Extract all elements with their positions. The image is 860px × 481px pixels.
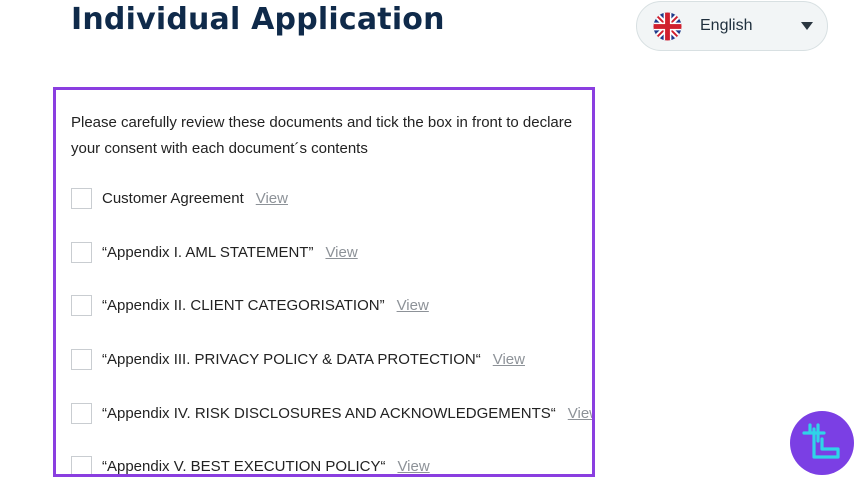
view-document-link[interactable]: View — [493, 351, 525, 368]
document-row-appendix-3: “Appendix III. PRIVACY POLICY & DATA PRO… — [71, 347, 525, 371]
consent-intro-line-1: Please carefully review these documents … — [71, 114, 573, 131]
view-document-link[interactable]: View — [568, 405, 592, 422]
consent-checkbox[interactable] — [71, 294, 92, 316]
uk-flag-icon — [653, 12, 682, 41]
view-document-link[interactable]: View — [256, 190, 288, 207]
brand-logo-icon — [790, 411, 854, 475]
document-row-appendix-1: “Appendix I. AML STATEMENT” View — [71, 240, 358, 264]
application-page: Individual Application English Please ca… — [0, 0, 860, 481]
document-name: “Appendix II. CLIENT CATEGORISATION” — [102, 296, 385, 314]
consent-checkbox[interactable] — [71, 402, 92, 424]
language-selected-label: English — [700, 17, 753, 34]
view-document-link[interactable]: View — [397, 458, 429, 475]
document-name: “Appendix IV. RISK DISCLOSURES AND ACKNO… — [102, 404, 556, 422]
document-row-appendix-2: “Appendix II. CLIENT CATEGORISATION” Vie… — [71, 293, 429, 317]
consent-checkbox[interactable] — [71, 348, 92, 370]
view-document-link[interactable]: View — [325, 244, 357, 261]
document-name: “Appendix V. BEST EXECUTION POLICY“ — [102, 457, 386, 475]
document-name: “Appendix I. AML STATEMENT” — [102, 243, 314, 261]
page-title: Individual Application — [71, 2, 445, 37]
consent-intro-line-2: your consent with each document´s conten… — [71, 140, 368, 157]
document-row-customer-agreement: Customer Agreement View — [71, 186, 288, 210]
consent-checkbox[interactable] — [71, 241, 92, 263]
document-name: “Appendix III. PRIVACY POLICY & DATA PRO… — [102, 350, 481, 368]
consent-checkbox[interactable] — [71, 187, 92, 209]
consent-documents-panel: Please carefully review these documents … — [53, 87, 595, 477]
consent-checkbox[interactable] — [71, 455, 92, 474]
view-document-link[interactable]: View — [397, 297, 429, 314]
document-row-appendix-4: “Appendix IV. RISK DISCLOSURES AND ACKNO… — [71, 401, 592, 425]
language-selector[interactable]: English — [636, 1, 828, 51]
consent-intro-text: Please carefully review these documents … — [71, 110, 589, 162]
document-name: Customer Agreement — [102, 189, 244, 207]
document-row-appendix-5: “Appendix V. BEST EXECUTION POLICY“ View — [71, 454, 430, 475]
chevron-down-icon — [801, 22, 813, 30]
